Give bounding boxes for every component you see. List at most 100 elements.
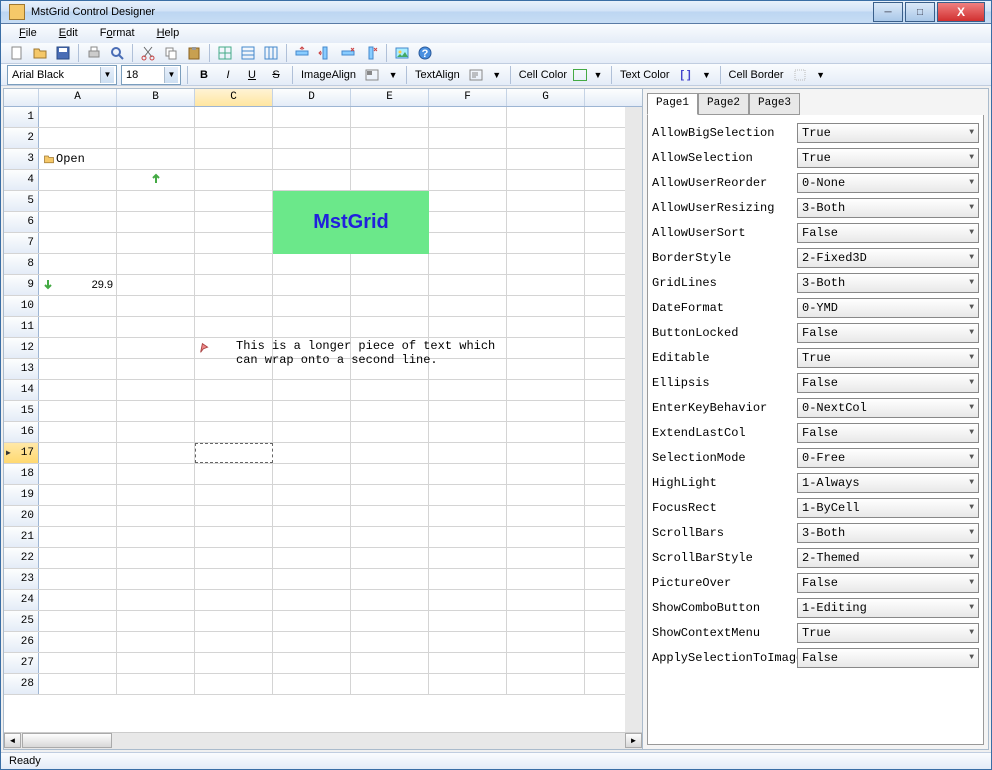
- textcolor-swatch[interactable]: [ ]: [676, 65, 696, 85]
- row-header[interactable]: 14: [4, 380, 39, 400]
- cell[interactable]: [351, 653, 429, 673]
- cell[interactable]: [507, 317, 585, 337]
- chevron-down-icon[interactable]: ▼: [100, 67, 114, 83]
- row-header[interactable]: 3: [4, 149, 39, 169]
- font-combo[interactable]: Arial Black ▼: [7, 65, 117, 85]
- cell[interactable]: [39, 653, 117, 673]
- chevron-down-icon[interactable]: ▼: [591, 67, 605, 83]
- strike-button[interactable]: S: [266, 65, 286, 85]
- cell[interactable]: [39, 317, 117, 337]
- row-header[interactable]: 6: [4, 212, 39, 232]
- cell[interactable]: [507, 233, 585, 253]
- cell[interactable]: [117, 590, 195, 610]
- cell[interactable]: [273, 380, 351, 400]
- column-header-D[interactable]: D: [273, 89, 351, 106]
- cell[interactable]: [39, 296, 117, 316]
- cell[interactable]: [507, 149, 585, 169]
- cell[interactable]: [117, 296, 195, 316]
- chevron-down-icon[interactable]: ▼: [386, 67, 400, 83]
- cell[interactable]: [429, 422, 507, 442]
- image-icon[interactable]: [392, 43, 412, 63]
- cell[interactable]: [507, 422, 585, 442]
- cell[interactable]: [273, 149, 351, 169]
- cell[interactable]: [507, 569, 585, 589]
- cell[interactable]: [117, 170, 195, 190]
- row-header[interactable]: 17: [4, 443, 39, 463]
- cell[interactable]: [273, 128, 351, 148]
- underline-button[interactable]: U: [242, 65, 262, 85]
- cell[interactable]: [195, 569, 273, 589]
- row-header[interactable]: 21: [4, 527, 39, 547]
- property-combo[interactable]: True: [797, 348, 979, 368]
- row-header[interactable]: 10: [4, 296, 39, 316]
- cell[interactable]: [429, 548, 507, 568]
- menu-file[interactable]: File: [9, 24, 47, 42]
- cell[interactable]: [273, 527, 351, 547]
- chevron-down-icon[interactable]: ▼: [490, 67, 504, 83]
- cell[interactable]: Open: [39, 149, 117, 169]
- cell[interactable]: [351, 170, 429, 190]
- cell[interactable]: [507, 212, 585, 232]
- cell[interactable]: [273, 632, 351, 652]
- row-header[interactable]: 28: [4, 674, 39, 694]
- menu-help[interactable]: Help: [147, 24, 190, 42]
- row-header[interactable]: 4: [4, 170, 39, 190]
- column-header-A[interactable]: A: [39, 89, 117, 106]
- row-header[interactable]: 11: [4, 317, 39, 337]
- cell[interactable]: [117, 548, 195, 568]
- row-header[interactable]: 13: [4, 359, 39, 379]
- cell[interactable]: [351, 380, 429, 400]
- chevron-down-icon[interactable]: ▼: [164, 67, 178, 83]
- cell[interactable]: [273, 674, 351, 694]
- cell[interactable]: [273, 485, 351, 505]
- cell[interactable]: [117, 443, 195, 463]
- cell[interactable]: [273, 506, 351, 526]
- row-header[interactable]: 5: [4, 191, 39, 211]
- cell[interactable]: [39, 527, 117, 547]
- textalign-icon[interactable]: [466, 65, 486, 85]
- cell[interactable]: [429, 317, 507, 337]
- cell[interactable]: [507, 485, 585, 505]
- cell[interactable]: [507, 170, 585, 190]
- cell[interactable]: [195, 170, 273, 190]
- column-header-E[interactable]: E: [351, 89, 429, 106]
- cell[interactable]: [351, 443, 429, 463]
- grid[interactable]: ABCDEFG MstGrid This is a longer piece o…: [4, 89, 643, 749]
- cell[interactable]: [117, 674, 195, 694]
- cell[interactable]: [39, 233, 117, 253]
- merged-cell-mstgrid[interactable]: MstGrid: [273, 191, 429, 254]
- new-icon[interactable]: [7, 43, 27, 63]
- cell[interactable]: [39, 464, 117, 484]
- cell[interactable]: [507, 254, 585, 274]
- insert-row-icon[interactable]: [292, 43, 312, 63]
- grid2-icon[interactable]: [238, 43, 258, 63]
- property-combo[interactable]: True: [797, 623, 979, 643]
- cell[interactable]: [507, 128, 585, 148]
- column-header-C[interactable]: C: [195, 89, 273, 106]
- property-combo[interactable]: 3-Both: [797, 273, 979, 293]
- cell[interactable]: [39, 632, 117, 652]
- cell[interactable]: [39, 548, 117, 568]
- cell[interactable]: [273, 422, 351, 442]
- cell[interactable]: [429, 233, 507, 253]
- property-combo[interactable]: 1-Always: [797, 473, 979, 493]
- cell[interactable]: [39, 485, 117, 505]
- cell[interactable]: [195, 632, 273, 652]
- cell[interactable]: [273, 653, 351, 673]
- column-header-B[interactable]: B: [117, 89, 195, 106]
- cell[interactable]: [351, 401, 429, 421]
- cell[interactable]: [39, 590, 117, 610]
- select-all-corner[interactable]: [4, 89, 39, 106]
- cell[interactable]: [117, 107, 195, 127]
- cell[interactable]: [351, 548, 429, 568]
- cell[interactable]: [507, 359, 585, 379]
- cell[interactable]: [195, 128, 273, 148]
- cell[interactable]: [195, 548, 273, 568]
- cell[interactable]: [195, 212, 273, 232]
- row-header[interactable]: 18: [4, 464, 39, 484]
- open-icon[interactable]: [30, 43, 50, 63]
- close-button[interactable]: X: [937, 2, 985, 22]
- property-combo[interactable]: 0-Free: [797, 448, 979, 468]
- cell[interactable]: [117, 149, 195, 169]
- cell[interactable]: [39, 506, 117, 526]
